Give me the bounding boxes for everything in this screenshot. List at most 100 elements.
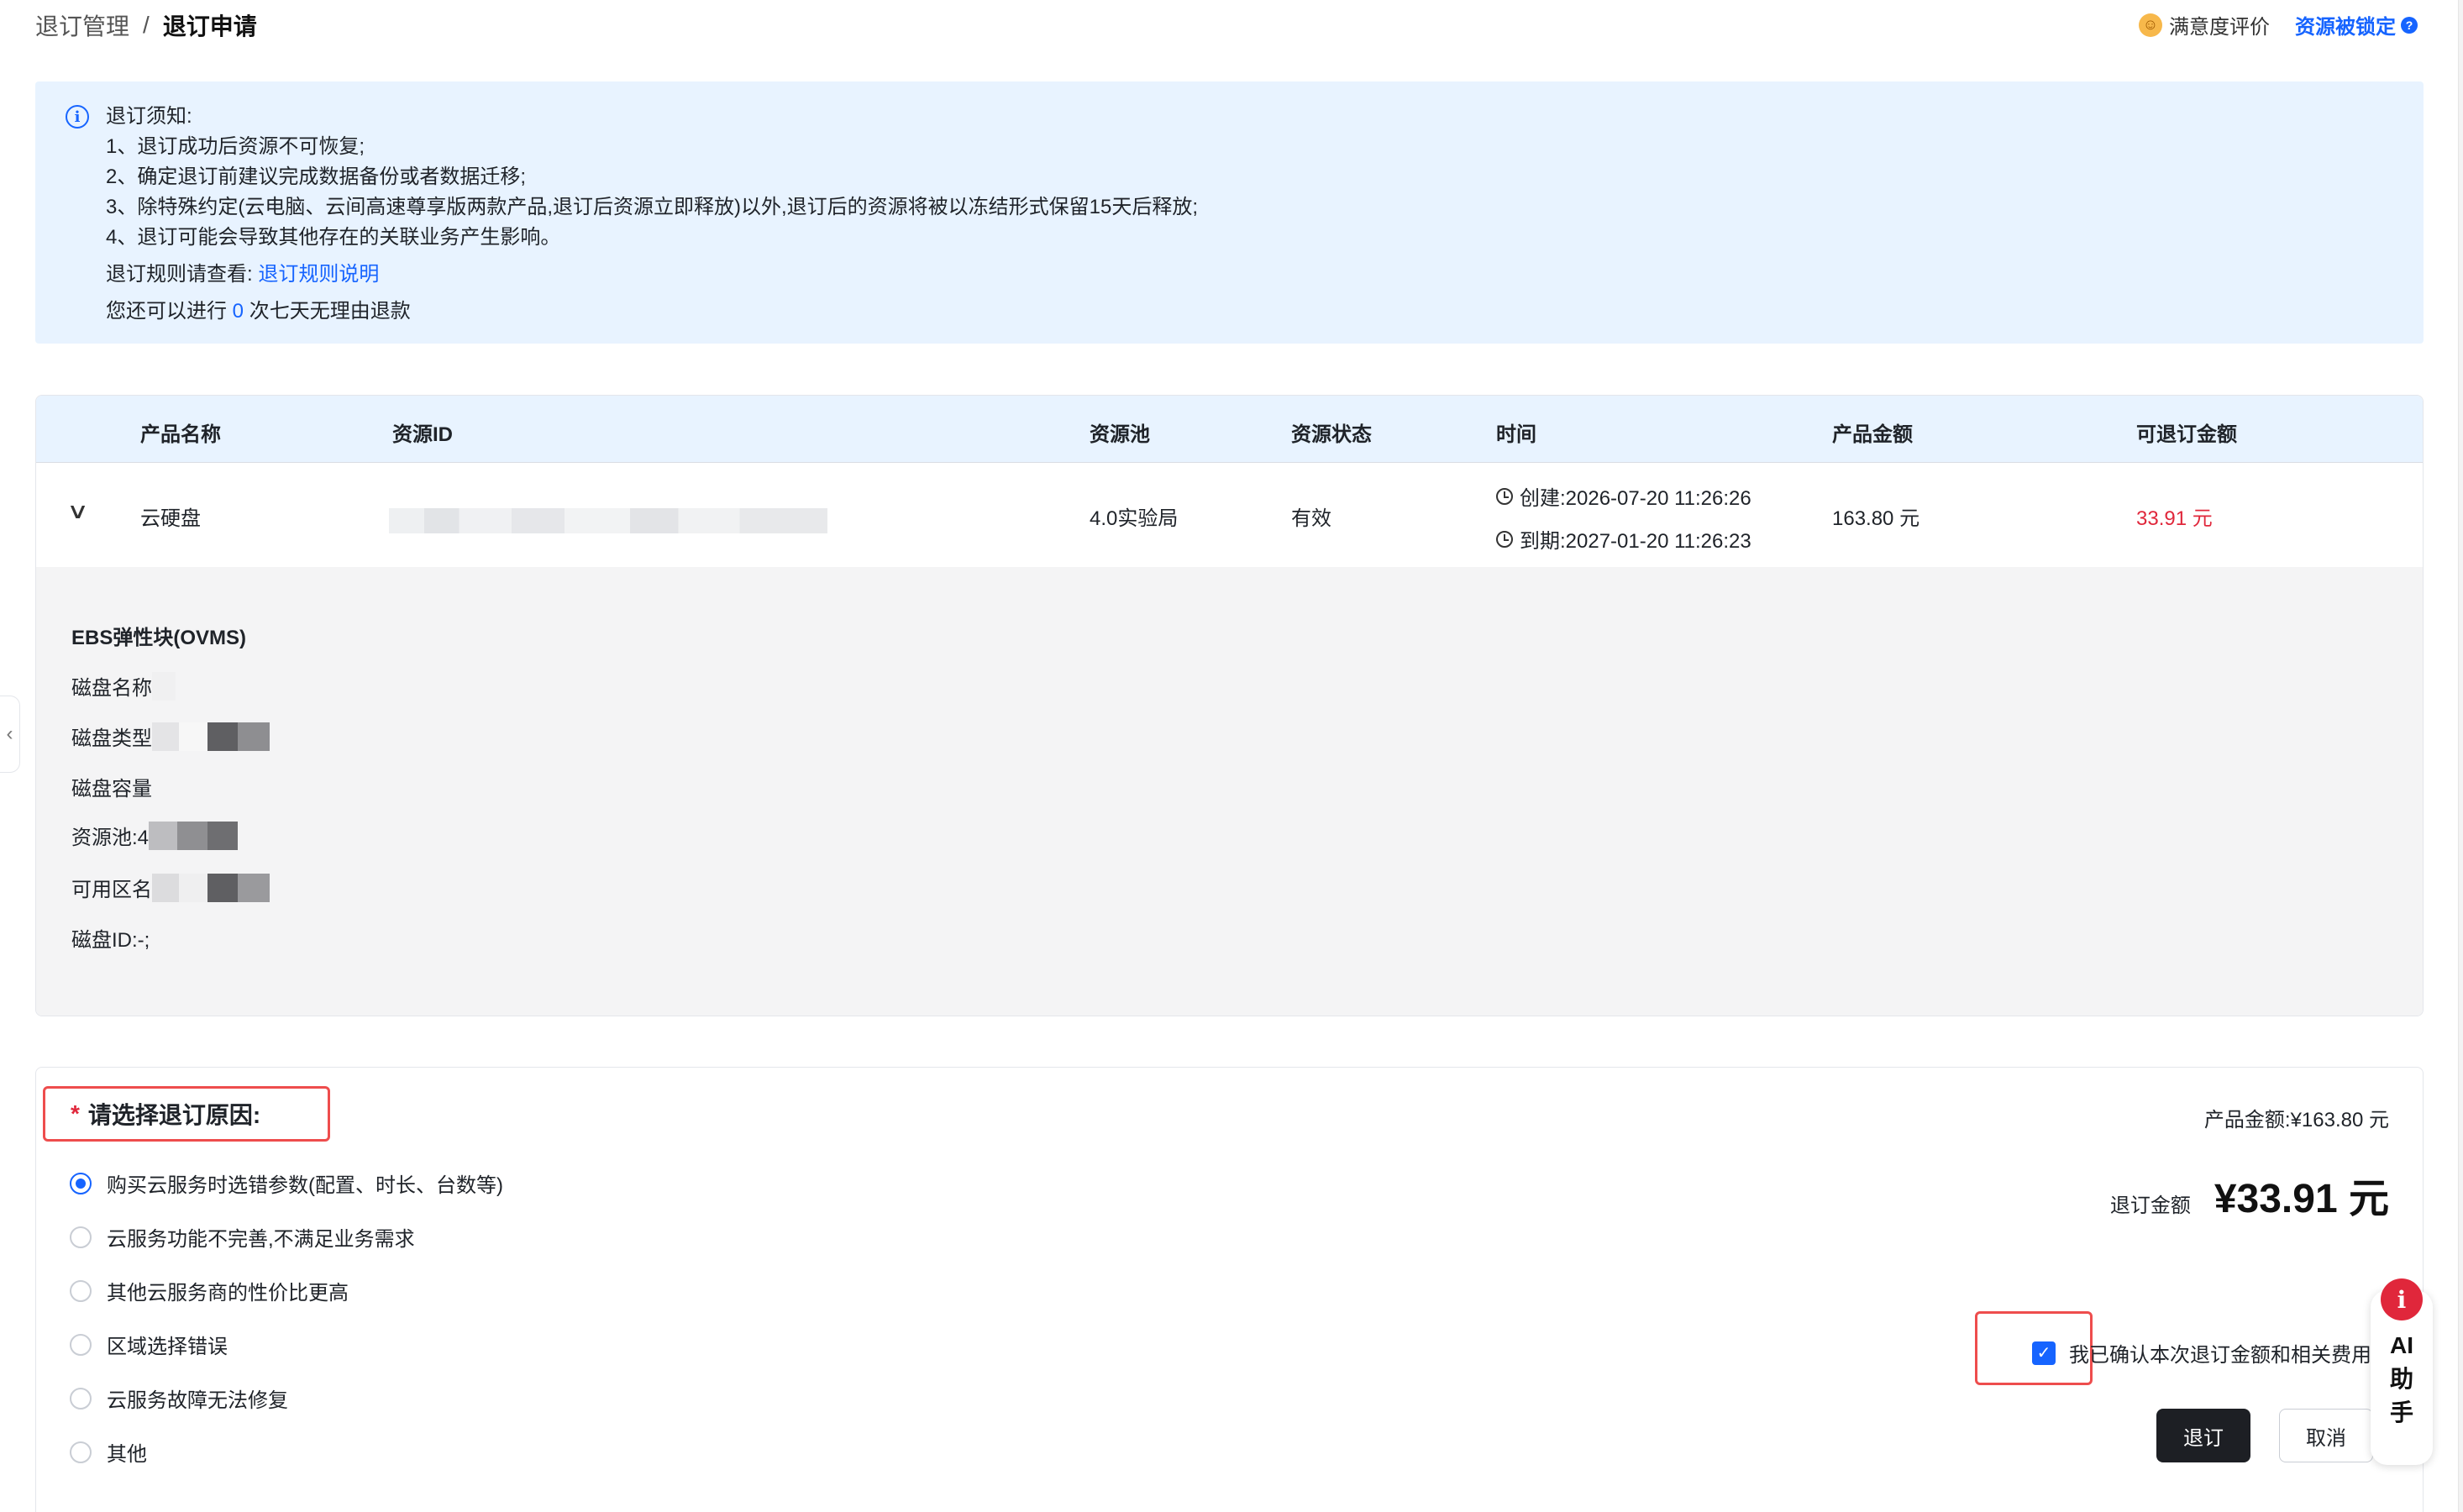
breadcrumb-separator: / xyxy=(143,12,150,38)
reason-option-label: 其他云服务商的性价比更高 xyxy=(107,1282,349,1305)
redacted-value xyxy=(238,873,270,902)
question-icon[interactable]: ? xyxy=(2401,16,2418,34)
redacted-value xyxy=(152,671,176,701)
resource-status: 有效 xyxy=(1291,507,1331,530)
reason-option[interactable]: 云服务功能不完善,不满足业务需求 xyxy=(70,1222,415,1252)
table-row: ∨ 云硬盘 4.0实验局 有效 创建:2026-07-20 11:26:26 到… xyxy=(36,463,2423,567)
redacted-value xyxy=(149,821,178,850)
submit-unsubscribe-button[interactable]: 退订 xyxy=(2156,1409,2250,1462)
smile-icon: ☺ xyxy=(2139,13,2162,37)
reason-option[interactable]: 云服务故障无法修复 xyxy=(70,1383,288,1413)
detail-disk-name: 磁盘名称 xyxy=(71,671,176,701)
time-cell: 创建:2026-07-20 11:26:26 到期:2027-01-20 11:… xyxy=(1496,481,1751,554)
refundable-amount: 33.91 元 xyxy=(2136,507,2213,530)
reason-title-text: 请选择退订原因: xyxy=(87,1102,261,1128)
col-product: 产品名称 xyxy=(140,423,221,446)
resource-locked-link[interactable]: 资源被锁定 ? xyxy=(2295,10,2418,39)
reason-option[interactable]: 其他 xyxy=(70,1437,147,1467)
expanded-detail: EBS弹性块(OVMS) 磁盘名称 磁盘类型 磁盘容量 资源池:4 可用区名 磁… xyxy=(36,567,2423,1016)
detail-disk-type: 磁盘类型 xyxy=(71,722,270,751)
notice-rule-line: 退订规则请查看: 退订规则说明 xyxy=(106,260,1198,290)
refund-amount-value: ¥33.91 元 xyxy=(2214,1177,2389,1221)
notice-title: 退订须知: xyxy=(106,105,192,128)
breadcrumb: 退订管理 / 退订申请 xyxy=(35,8,257,42)
redacted-value xyxy=(152,873,179,902)
detail-zone: 可用区名 xyxy=(71,873,270,902)
redacted-value xyxy=(152,722,179,751)
detail-pool: 资源池:4 xyxy=(71,821,239,850)
redacted-value xyxy=(207,821,239,850)
resource-id-redacted xyxy=(389,508,827,533)
col-status: 资源状态 xyxy=(1291,423,1372,446)
notice-item: 3、除特殊约定(云电脑、云间高速尊享版两款产品,退订后资源立即释放)以外,退订后… xyxy=(106,196,1199,218)
ai-assistant-icon: i xyxy=(2381,1278,2423,1320)
col-refundable: 可退订金额 xyxy=(2136,423,2237,446)
product-name: 云硬盘 xyxy=(140,507,201,530)
reason-option[interactable]: 区域选择错误 xyxy=(70,1330,228,1359)
rule-link[interactable]: 退订规则说明 xyxy=(258,263,379,286)
created-text: 创建:2026-07-20 11:26:26 xyxy=(1520,487,1751,510)
col-pool: 资源池 xyxy=(1090,423,1150,446)
required-mark: * xyxy=(71,1100,80,1126)
redacted-value xyxy=(179,873,207,902)
info-icon: i xyxy=(66,105,89,129)
resource-table: 产品名称 资源ID 资源池 资源状态 时间 产品金额 可退订金额 ∨ 云硬盘 4… xyxy=(35,395,2424,1016)
reason-option[interactable]: 购买云服务时选错参数(配置、时长、台数等) xyxy=(70,1168,503,1198)
expire-text: 到期:2027-01-20 11:26:23 xyxy=(1520,530,1751,553)
radio[interactable] xyxy=(70,1387,92,1410)
notice-item: 1、退订成功后资源不可恢复; xyxy=(106,135,365,158)
ai-assistant-button[interactable]: i AI助手 xyxy=(2371,1278,2433,1465)
collapse-sidebar-tab[interactable]: ‹ xyxy=(0,696,20,773)
chevron-down-icon[interactable]: ∨ xyxy=(66,498,89,524)
notice-refund-line: 您还可以进行 0 次七天无理由退款 xyxy=(106,297,1198,327)
checkbox-checked-icon[interactable]: ✓ xyxy=(2032,1341,2056,1365)
table-header: 产品名称 资源ID 资源池 资源状态 时间 产品金额 可退订金额 xyxy=(36,396,2423,463)
satisfaction-button[interactable]: ☺ 满意度评价 xyxy=(2139,10,2270,39)
created-time: 创建:2026-07-20 11:26:26 xyxy=(1496,481,1751,511)
radio[interactable] xyxy=(70,1441,92,1463)
unsubscribe-notice: i 退订须知: 1、退订成功后资源不可恢复; 2、确定退订前建议完成数据备份或者… xyxy=(35,81,2424,344)
product-amount: 163.80 元 xyxy=(1832,507,1920,530)
reason-option-label: 购买云服务时选错参数(配置、时长、台数等) xyxy=(107,1174,503,1197)
resource-locked-label: 资源被锁定 xyxy=(2295,16,2396,39)
zone-label: 可用区名 xyxy=(71,879,152,901)
radio[interactable] xyxy=(70,1226,92,1248)
refund-suffix: 次七天无理由退款 xyxy=(249,300,411,323)
disk-type-label: 磁盘类型 xyxy=(71,727,152,750)
col-amount: 产品金额 xyxy=(1832,423,1913,446)
scrollbar[interactable] xyxy=(2458,0,2463,1512)
satisfaction-label: 满意度评价 xyxy=(2169,16,2270,39)
reason-option-label: 区域选择错误 xyxy=(107,1336,228,1358)
refund-amount-label: 退订金额 xyxy=(2109,1194,2191,1217)
detail-disk-capacity: 磁盘容量 xyxy=(71,778,152,801)
breadcrumb-parent[interactable]: 退订管理 xyxy=(35,8,129,42)
expire-time: 到期:2027-01-20 11:26:23 xyxy=(1496,524,1751,554)
disk-name-label: 磁盘名称 xyxy=(71,677,152,700)
unsubscribe-reason-panel: * 请选择退订原因: 购买云服务时选错参数(配置、时长、台数等) 云服务功能不完… xyxy=(35,1067,2424,1512)
redacted-value xyxy=(179,722,207,751)
cancel-button[interactable]: 取消 xyxy=(2279,1409,2373,1462)
radio[interactable] xyxy=(70,1333,92,1356)
radio-checked[interactable] xyxy=(70,1172,92,1194)
reason-option-label: 云服务故障无法修复 xyxy=(107,1389,288,1412)
detail-disk-id: 磁盘ID:-; xyxy=(71,929,150,952)
refund-amount-summary: 退订金额 ¥33.91 元 xyxy=(2110,1165,2389,1224)
redacted-value xyxy=(238,722,270,751)
notice-item: 2、确定退订前建议完成数据备份或者数据迁移; xyxy=(106,165,527,188)
breadcrumb-current: 退订申请 xyxy=(162,13,257,39)
resource-pool: 4.0实验局 xyxy=(1090,507,1179,530)
reason-option[interactable]: 其他云服务商的性价比更高 xyxy=(70,1276,349,1305)
header-actions: ☺ 满意度评价 资源被锁定 ? xyxy=(2139,10,2418,39)
clock-icon xyxy=(1496,487,1513,505)
refund-prefix: 您还可以进行 xyxy=(106,300,227,323)
notice-content: 退订须知: 1、退订成功后资源不可恢复; 2、确定退订前建议完成数据备份或者数据… xyxy=(106,102,1198,327)
chevron-left-icon: ‹ xyxy=(6,722,13,745)
reason-option-label: 云服务功能不完善,不满足业务需求 xyxy=(107,1228,415,1251)
col-resource-id: 资源ID xyxy=(392,423,453,446)
radio[interactable] xyxy=(70,1279,92,1302)
detail-title: EBS弹性块(OVMS) xyxy=(71,627,247,649)
redacted-value xyxy=(177,821,208,850)
reason-title: * 请选择退订原因: xyxy=(43,1086,330,1142)
confirm-checkbox-row[interactable]: ✓ 我已确认本次退订金额和相关费用 xyxy=(2032,1338,2371,1368)
rule-prefix: 退订规则请查看: xyxy=(106,263,253,286)
